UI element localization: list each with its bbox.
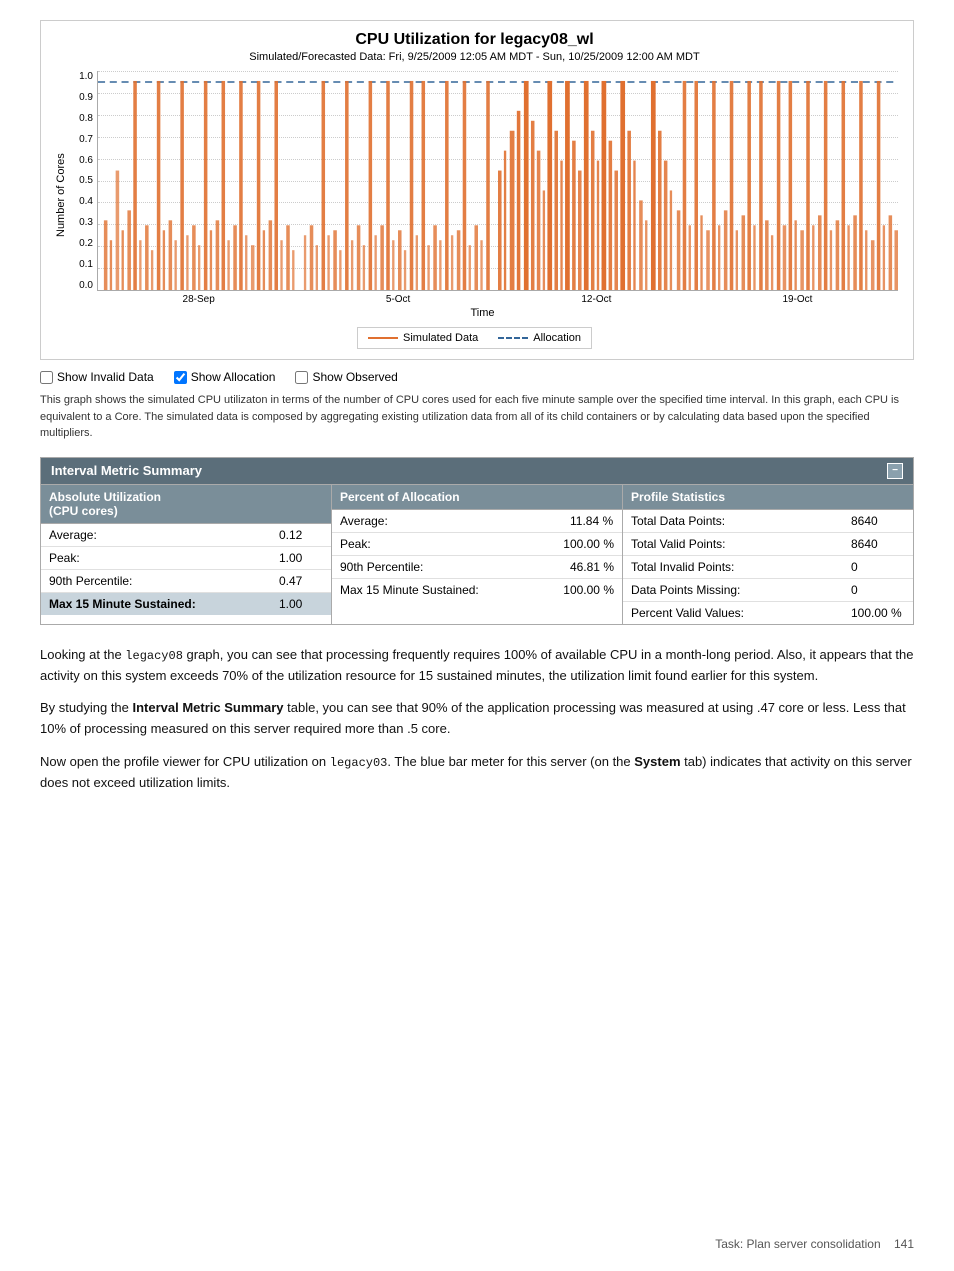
metric-col-3: Profile Statistics Total Data Points: 86… (623, 485, 913, 624)
show-allocation-label: Show Allocation (191, 370, 276, 384)
metric-90th-value: 0.47 (271, 570, 331, 592)
col1-subheader: (CPU cores) (49, 504, 118, 518)
metric-90th-label: 90th Percentile: (41, 570, 271, 592)
pct-max15-label: Max 15 Minute Sustained: (332, 579, 555, 601)
y-axis-label: Number of Cores (51, 71, 67, 319)
col1-header: Absolute Utilization (CPU cores) (41, 485, 331, 524)
pct-90th-label: 90th Percentile: (332, 556, 562, 578)
chart-description: This graph shows the simulated CPU utili… (40, 392, 914, 442)
paragraph-2: By studying the Interval Metric Summary … (40, 698, 914, 740)
legend-allocation-label: Allocation (533, 332, 581, 344)
metric-row-avg-pct: Average: 11.84 % (332, 510, 622, 533)
pct-90th-value: 46.81 % (562, 556, 622, 578)
chart-inner: 1.0 0.9 0.8 0.7 0.6 0.5 0.4 0.3 0.2 0.1 … (67, 71, 898, 319)
chart-subtitle: Simulated/Forecasted Data: Fri, 9/25/200… (51, 51, 898, 63)
metric-peak-value: 1.00 (271, 547, 331, 569)
metric-row-peak: Peak: 1.00 (41, 547, 331, 570)
metric-row-max15: Max 15 Minute Sustained: 1.00 (41, 593, 331, 615)
metric-row-90th-pct: 90th Percentile: 46.81 % (332, 556, 622, 579)
metric-row-peak-pct: Peak: 100.00 % (332, 533, 622, 556)
show-invalid-checkbox[interactable] (40, 371, 53, 384)
footer-page: 141 (894, 1237, 914, 1251)
pct-max15-value: 100.00 % (555, 579, 622, 601)
metric-max15-label: Max 15 Minute Sustained: (41, 593, 271, 615)
pct-avg-value: 11.84 % (562, 510, 622, 532)
metric-summary-body: Absolute Utilization (CPU cores) Average… (41, 484, 913, 624)
page-footer: Task: Plan server consolidation 141 (715, 1237, 914, 1251)
stats-total-data: Total Data Points: 8640 (623, 510, 913, 533)
metric-avg-value: 0.12 (271, 524, 331, 546)
stats-pct-valid-label: Percent Valid Values: (623, 602, 843, 624)
checkboxes-row: Show Invalid Data Show Allocation Show O… (40, 370, 914, 384)
show-invalid-checkbox-item[interactable]: Show Invalid Data (40, 370, 154, 384)
metric-summary-header: Interval Metric Summary − (41, 458, 913, 484)
metric-summary-title: Interval Metric Summary (51, 463, 202, 478)
stats-total-data-value: 8640 (843, 510, 913, 532)
stats-total-data-label: Total Data Points: (623, 510, 843, 532)
minimize-icon: − (892, 465, 898, 476)
stats-invalid-points-label: Total Invalid Points: (623, 556, 843, 578)
show-allocation-checkbox[interactable] (174, 371, 187, 384)
stats-missing-points: Data Points Missing: 0 (623, 579, 913, 602)
metric-row-max15-pct: Max 15 Minute Sustained: 100.00 % (332, 579, 622, 601)
stats-invalid-points: Total Invalid Points: 0 (623, 556, 913, 579)
legend-allocation: Allocation (498, 332, 581, 344)
plot-area (97, 71, 898, 291)
show-observed-checkbox[interactable] (295, 371, 308, 384)
footer-text: Task: Plan server consolidation (715, 1237, 880, 1251)
interval-metric-summary: Interval Metric Summary − Absolute Utili… (40, 457, 914, 625)
col3-header: Profile Statistics (623, 485, 913, 510)
legend-simulated: Simulated Data (368, 332, 478, 344)
pct-avg-label: Average: (332, 510, 562, 532)
stats-missing-points-value: 0 (843, 579, 913, 601)
legend-simulated-label: Simulated Data (403, 332, 478, 344)
chart-title: CPU Utilization for legacy08_wl (51, 31, 898, 49)
col2-header: Percent of Allocation (332, 485, 622, 510)
stats-valid-points: Total Valid Points: 8640 (623, 533, 913, 556)
metric-col-2: Percent of Allocation Average: 11.84 % P… (332, 485, 623, 624)
metric-peak-label: Peak: (41, 547, 271, 569)
show-observed-label: Show Observed (312, 370, 397, 384)
show-allocation-checkbox-item[interactable]: Show Allocation (174, 370, 276, 384)
pct-peak-value: 100.00 % (555, 533, 622, 555)
stats-missing-points-label: Data Points Missing: (623, 579, 843, 601)
chart-container: CPU Utilization for legacy08_wl Simulate… (40, 20, 914, 360)
metric-row-90th: 90th Percentile: 0.47 (41, 570, 331, 593)
metric-row-avg: Average: 0.12 (41, 524, 331, 547)
chart-svg (98, 71, 898, 290)
legend-simulated-line (368, 337, 398, 339)
paragraph-1: Looking at the legacy08 graph, you can s… (40, 645, 914, 687)
stats-pct-valid: Percent Valid Values: 100.00 % (623, 602, 913, 624)
stats-valid-points-label: Total Valid Points: (623, 533, 843, 555)
stats-pct-valid-value: 100.00 % (843, 602, 913, 624)
x-axis-title: Time (67, 307, 898, 319)
stats-valid-points-value: 8640 (843, 533, 913, 555)
legend-allocation-line (498, 337, 528, 339)
show-invalid-label: Show Invalid Data (57, 370, 154, 384)
chart-area: Number of Cores 1.0 0.9 0.8 0.7 0.6 0.5 … (51, 71, 898, 319)
pct-peak-label: Peak: (332, 533, 555, 555)
chart-legend: Simulated Data Allocation (357, 327, 592, 349)
y-axis-ticks: 1.0 0.9 0.8 0.7 0.6 0.5 0.4 0.3 0.2 0.1 … (67, 71, 97, 291)
metric-avg-label: Average: (41, 524, 271, 546)
show-observed-checkbox-item[interactable]: Show Observed (295, 370, 397, 384)
stats-invalid-points-value: 0 (843, 556, 913, 578)
paragraph-3: Now open the profile viewer for CPU util… (40, 752, 914, 794)
metric-max15-value: 1.00 (271, 593, 331, 615)
metric-col-1: Absolute Utilization (CPU cores) Average… (41, 485, 332, 624)
x-axis-labels: 28-Sep 5-Oct 12-Oct 19-Oct (97, 291, 898, 305)
minimize-button[interactable]: − (887, 463, 903, 479)
